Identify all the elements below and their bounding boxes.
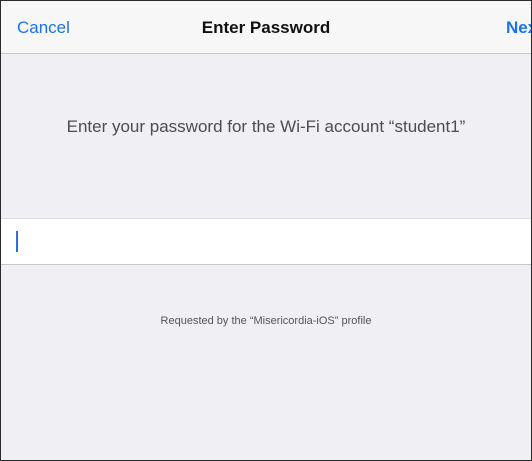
- password-sheet: Cancel Enter Password Next Enter your pa…: [0, 0, 532, 461]
- navigation-bar: Cancel Enter Password Next: [1, 1, 531, 54]
- text-cursor: [16, 231, 18, 252]
- profile-request-note: Requested by the “Misericordia-iOS” prof…: [160, 315, 372, 327]
- password-field-row[interactable]: [1, 218, 531, 265]
- password-input[interactable]: [13, 219, 513, 264]
- next-button[interactable]: Next: [506, 1, 531, 53]
- page-title: Enter Password: [201, 18, 331, 37]
- password-prompt: Enter your password for the Wi-Fi accoun…: [66, 117, 466, 136]
